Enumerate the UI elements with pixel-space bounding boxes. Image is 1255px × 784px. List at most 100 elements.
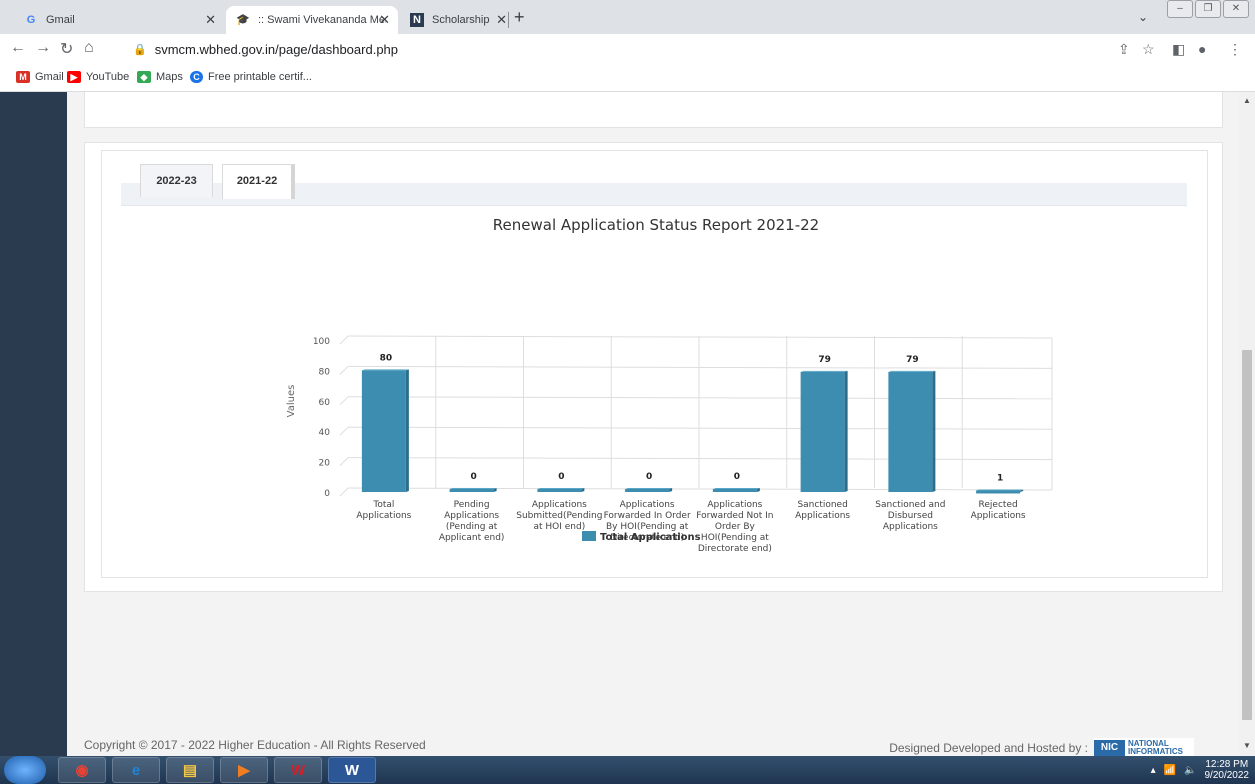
wps-office-icon[interactable]: W bbox=[274, 757, 322, 783]
bar[interactable] bbox=[361, 369, 409, 492]
internet-explorer-icon[interactable]: e bbox=[112, 757, 160, 783]
browser-toolbar: ← → ↻ ⌂ 🔒 svmcm.wbhed.gov.in/page/dashbo… bbox=[0, 34, 1255, 64]
x-tick-label: at HOI end) bbox=[534, 522, 586, 532]
grid-line bbox=[347, 426, 1053, 430]
bar-top bbox=[976, 489, 1024, 491]
volume-icon[interactable]: 🔈 bbox=[1184, 765, 1196, 776]
x-tick-label: Rejected bbox=[979, 500, 1018, 510]
forward-arrow-icon[interactable]: → bbox=[35, 39, 51, 57]
youtube-icon: ▶ bbox=[67, 71, 81, 83]
start-button[interactable] bbox=[4, 756, 46, 784]
back-arrow-icon[interactable]: ← bbox=[10, 39, 26, 57]
close-icon[interactable]: ✕ bbox=[379, 12, 390, 28]
tab-2022-23[interactable]: 2022-23 bbox=[140, 164, 213, 197]
page-viewport: 2022-23 2021-22 Renewal Application Stat… bbox=[0, 92, 1255, 756]
bar[interactable] bbox=[888, 370, 936, 492]
bar-front bbox=[449, 489, 494, 492]
tab-scholarship[interactable]: N Scholarship ✕ bbox=[400, 6, 507, 34]
bar-front bbox=[888, 371, 933, 492]
clock[interactable]: 12:28 PM 9/20/2022 bbox=[1205, 759, 1250, 781]
bar-top bbox=[888, 370, 936, 372]
bar[interactable] bbox=[800, 370, 848, 492]
scroll-up-arrow-icon[interactable]: ▲ bbox=[1243, 96, 1251, 105]
chevron-down-icon[interactable]: ⌄ bbox=[1138, 10, 1148, 24]
bar-side bbox=[405, 369, 409, 492]
chart-card: 2022-23 2021-22 Renewal Application Stat… bbox=[101, 150, 1208, 578]
scrollbar-thumb[interactable] bbox=[1242, 350, 1252, 720]
media-player-icon[interactable]: ▶ bbox=[220, 757, 268, 783]
scroll-down-arrow-icon[interactable]: ▼ bbox=[1243, 741, 1251, 750]
bar-top bbox=[361, 369, 409, 371]
menu-icon[interactable]: ⋮ bbox=[1228, 41, 1242, 58]
close-window-button[interactable]: ✕ bbox=[1223, 0, 1249, 18]
grid-line-side bbox=[339, 366, 349, 375]
grid-line bbox=[347, 335, 1053, 339]
nic-logo[interactable]: NIC NATIONAL INFORMATICS bbox=[1094, 738, 1194, 756]
profile-icon[interactable]: ● bbox=[1198, 41, 1206, 57]
side-panel-icon[interactable]: ◧ bbox=[1172, 41, 1185, 58]
bar[interactable] bbox=[712, 488, 760, 492]
bar-top bbox=[712, 488, 760, 489]
bar-front bbox=[712, 489, 757, 492]
top-card bbox=[84, 92, 1223, 128]
x-tick-label: Applications bbox=[356, 511, 411, 521]
bookmark-gmail[interactable]: M Gmail bbox=[16, 71, 64, 83]
address-bar[interactable]: 🔒 svmcm.wbhed.gov.in/page/dashboard.php bbox=[133, 38, 1233, 60]
network-icon[interactable]: 📶 bbox=[1164, 765, 1176, 776]
x-tick-label: Applications bbox=[620, 500, 675, 510]
new-tab-button[interactable]: + bbox=[514, 7, 525, 28]
x-tick-label: Total bbox=[372, 500, 394, 510]
tab-title: Scholarship bbox=[432, 14, 490, 26]
file-explorer-icon[interactable]: ▤ bbox=[166, 757, 214, 783]
grid-line-side bbox=[339, 426, 349, 436]
bar[interactable] bbox=[537, 488, 585, 492]
bar-value-label: 0 bbox=[734, 472, 740, 482]
close-icon[interactable]: ✕ bbox=[205, 12, 216, 28]
lock-icon: 🔒 bbox=[133, 43, 147, 56]
x-tick-label: Submitted(Pending bbox=[516, 511, 602, 521]
bookmark-youtube[interactable]: ▶ YouTube bbox=[67, 71, 129, 83]
hosted-by-text: Designed Developed and Hosted by : bbox=[889, 741, 1088, 755]
x-tick-label: Disbursed bbox=[888, 511, 933, 521]
certif-icon: C bbox=[190, 71, 203, 83]
bookmark-maps[interactable]: ◆ Maps bbox=[137, 71, 183, 83]
share-icon[interactable]: ⇪ bbox=[1118, 41, 1130, 58]
bar[interactable] bbox=[449, 488, 497, 492]
grid-line bbox=[347, 365, 1053, 369]
footer-credits: Designed Developed and Hosted by : NIC N… bbox=[889, 738, 1194, 756]
chrome-icon[interactable]: ◉ bbox=[58, 757, 106, 783]
grid-line-side bbox=[339, 335, 349, 345]
word-icon[interactable]: W bbox=[328, 757, 376, 783]
bookmarks-bar: M Gmail ▶ YouTube ◆ Maps C Free printabl… bbox=[0, 64, 1255, 92]
reload-icon[interactable]: ↻ bbox=[60, 39, 73, 59]
bar-side bbox=[932, 370, 936, 492]
tab-gmail[interactable]: G Gmail ✕ bbox=[14, 6, 224, 34]
star-icon[interactable]: ☆ bbox=[1142, 41, 1155, 58]
tab-swami-vivekananda[interactable]: 🎓 :: Swami Vivekananda Merit Cum ✕ bbox=[226, 6, 398, 34]
bar-front bbox=[800, 371, 845, 492]
x-tick-label: Applications bbox=[795, 511, 850, 521]
grid-line bbox=[347, 457, 1053, 461]
bookmark-label: YouTube bbox=[86, 71, 130, 83]
home-icon[interactable]: ⌂ bbox=[84, 39, 94, 57]
chart-legend[interactable]: Total Applications bbox=[582, 531, 701, 543]
restore-button[interactable]: ❐ bbox=[1195, 0, 1221, 18]
close-icon[interactable]: ✕ bbox=[496, 12, 507, 28]
tab-2021-22[interactable]: 2021-22 bbox=[222, 164, 295, 199]
bookmark-free-printable[interactable]: C Free printable certif... bbox=[190, 71, 312, 83]
x-tick-label: Pending bbox=[454, 500, 490, 510]
bar-front bbox=[537, 489, 582, 492]
tray-expand-icon[interactable]: ▴ bbox=[1151, 765, 1156, 776]
chart-bars: 80 0 0 0 0 79 79 1 bbox=[361, 353, 1024, 494]
system-tray: ▴ 📶 🔈 12:28 PM 9/20/2022 bbox=[1151, 756, 1255, 784]
chart-grid bbox=[339, 335, 1053, 497]
page-scrollbar[interactable]: ▲ ▼ bbox=[1239, 92, 1255, 756]
tab-separator bbox=[508, 12, 509, 28]
bar-value-label: 79 bbox=[818, 355, 831, 365]
bar-top bbox=[449, 488, 497, 489]
y-axis: 0 20 40 60 80 100 bbox=[313, 337, 330, 499]
bar[interactable] bbox=[976, 489, 1024, 494]
bar[interactable] bbox=[625, 488, 673, 492]
minimize-button[interactable]: – bbox=[1167, 0, 1193, 18]
bar-value-label: 0 bbox=[470, 472, 476, 482]
